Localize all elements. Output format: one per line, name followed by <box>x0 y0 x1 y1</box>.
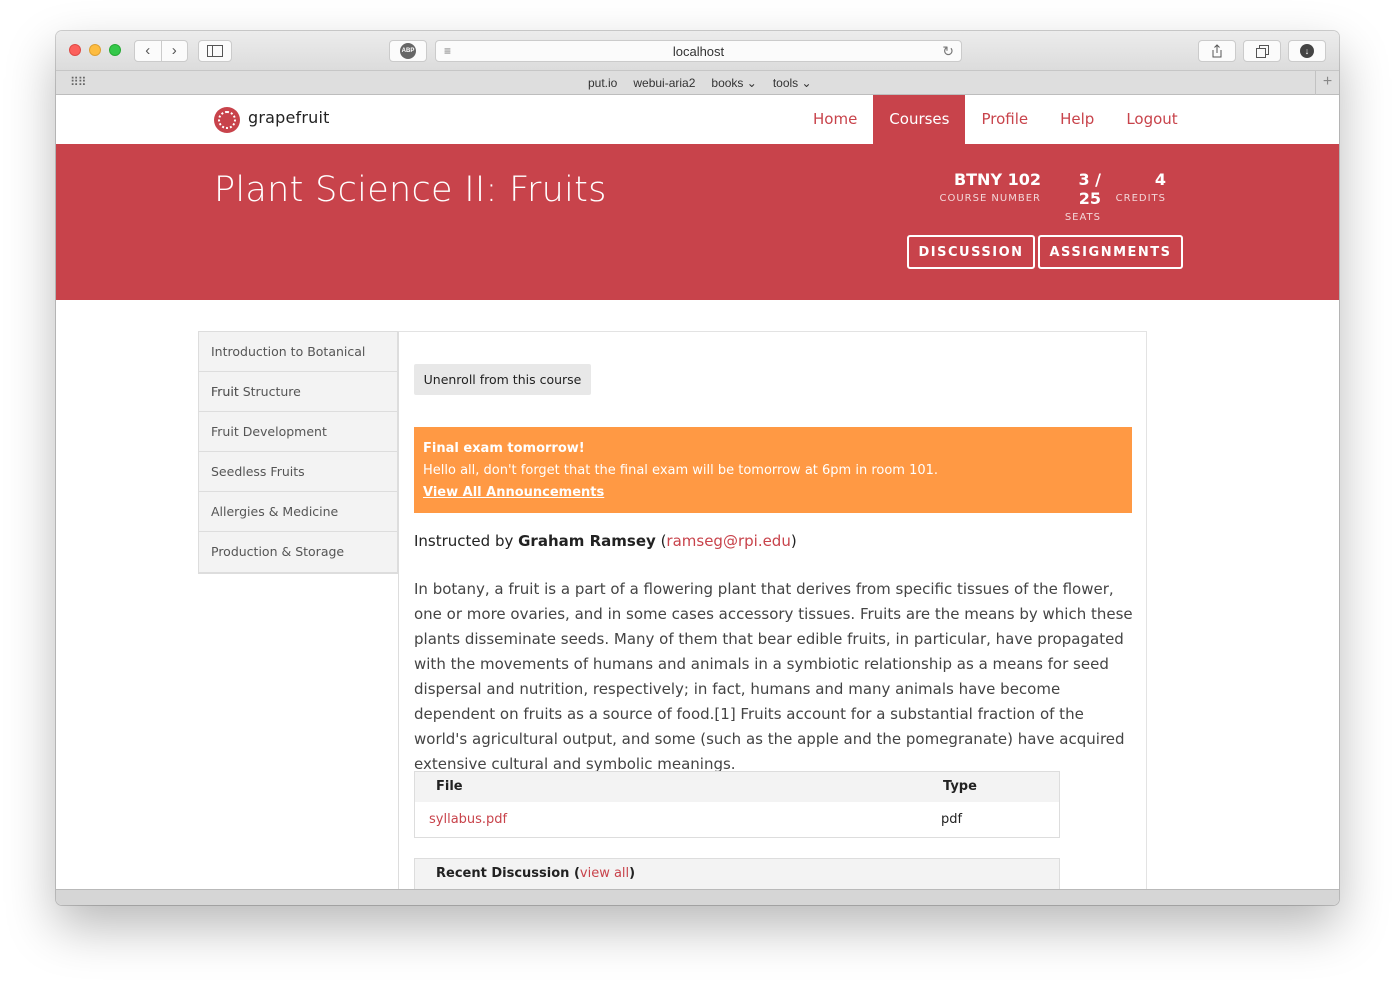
seats-stat: 3 / 25 SEATS <box>1051 170 1101 223</box>
instructor-line: Instructed by Graham Ramsey (ramseg@rpi.… <box>414 532 797 550</box>
history-nav: ‹ › <box>134 40 188 62</box>
download-icon: ↓ <box>1300 44 1314 58</box>
close-window-button[interactable] <box>69 44 81 56</box>
menu-item-seedless-fruits[interactable]: Seedless Fruits <box>199 452 397 492</box>
sidebar-toggle-button[interactable] <box>198 40 232 62</box>
menu-item-introduction[interactable]: Introduction to Botanical Fruit <box>199 332 397 399</box>
menu-item-fruit-structure[interactable]: Fruit Structure <box>199 372 397 412</box>
type-column-header: Type <box>943 779 977 794</box>
downloads-button[interactable]: ↓ <box>1288 40 1326 62</box>
view-all-announcements-link[interactable]: View All Announcements <box>423 482 1123 504</box>
recent-discussion-label: Recent Discussion <box>436 866 570 881</box>
page-viewport: grapefruit Home Courses Profile Help Log… <box>56 95 1339 889</box>
back-arrow-icon[interactable]: ‹ <box>135 41 162 61</box>
favorite-webui-aria2[interactable]: webui-aria2 <box>633 76 695 90</box>
announcement-body: Hello all, don't forget that the final e… <box>423 463 939 478</box>
files-table-header: File Type <box>415 772 1059 802</box>
window-bottom-edge <box>56 889 1339 905</box>
seats-value: 3 / 25 <box>1078 170 1101 208</box>
menu-item-allergies-medicine[interactable]: Allergies & Medicine <box>199 492 397 532</box>
nav-help[interactable]: Help <box>1044 95 1110 144</box>
url-text: localhost <box>672 44 725 59</box>
course-number-value: BTNY 102 <box>953 170 1041 189</box>
tab-overview-button[interactable] <box>1243 40 1281 62</box>
seats-label: SEATS <box>1064 212 1101 223</box>
adblock-icon: ABP <box>400 43 416 59</box>
course-section-menu: Introduction to Botanical Fruit Fruit St… <box>198 331 398 574</box>
reload-icon[interactable]: ↻ <box>942 43 954 60</box>
nav-profile[interactable]: Profile <box>965 95 1044 144</box>
site-header: grapefruit Home Courses Profile Help Log… <box>56 95 1339 144</box>
table-row: syllabus.pdf pdf <box>415 802 1059 837</box>
browser-toolbar: ‹ › ABP ≡ localhost ↻ ↓ <box>56 31 1339 71</box>
nav-home[interactable]: Home <box>797 95 873 144</box>
assignments-button[interactable]: ASSIGNMENTS <box>1038 235 1183 269</box>
favorite-books[interactable]: books ⌄ <box>711 76 756 90</box>
nav-courses[interactable]: Courses <box>873 95 966 144</box>
view-all-discussion-link[interactable]: view all <box>580 866 629 881</box>
files-table: File Type syllabus.pdf pdf <box>414 771 1060 838</box>
minimize-window-button[interactable] <box>89 44 101 56</box>
recent-discussion-heading: Recent Discussion (view all) <box>436 866 636 881</box>
browser-window: ‹ › ABP ≡ localhost ↻ ↓ ⠿⠿ put.io webui-… <box>56 31 1339 905</box>
share-icon <box>1212 44 1222 58</box>
main-nav: Home Courses Profile Help Logout <box>797 95 1194 144</box>
course-content: Unenroll from this course Final exam tom… <box>398 331 1147 889</box>
unenroll-button[interactable]: Unenroll from this course <box>414 364 591 395</box>
forward-arrow-icon[interactable]: › <box>162 41 188 61</box>
favorites-bar: ⠿⠿ put.io webui-aria2 books ⌄ tools ⌄ + <box>56 71 1339 95</box>
file-type: pdf <box>941 812 963 827</box>
share-button[interactable] <box>1198 40 1236 62</box>
credits-label: CREDITS <box>1115 193 1166 204</box>
course-description: In botany, a fruit is a part of a flower… <box>414 580 1133 773</box>
file-link-syllabus[interactable]: syllabus.pdf <box>429 812 507 827</box>
nav-logout[interactable]: Logout <box>1110 95 1193 144</box>
favorites-list: put.io webui-aria2 books ⌄ tools ⌄ <box>588 76 812 90</box>
zoom-window-button[interactable] <box>109 44 121 56</box>
grapefruit-logo-icon[interactable] <box>214 107 240 133</box>
course-number-label: COURSE NUMBER <box>939 193 1041 204</box>
instructor-name: Graham Ramsey <box>518 532 656 550</box>
course-hero: Plant Science II: Fruits BTNY 102 COURSE… <box>56 144 1339 300</box>
instructor-prefix: Instructed by <box>414 532 519 550</box>
credits-stat: 4 CREDITS <box>1111 170 1166 204</box>
file-column-header: File <box>436 779 463 794</box>
adblock-button[interactable]: ABP <box>389 40 427 62</box>
address-bar[interactable]: ≡ localhost ↻ <box>435 40 962 62</box>
site-logo-text[interactable]: grapefruit <box>248 108 330 127</box>
favorite-tools[interactable]: tools ⌄ <box>773 76 812 90</box>
course-number-stat: BTNY 102 COURSE NUMBER <box>931 170 1041 204</box>
tabs-icon <box>1255 44 1269 58</box>
instructor-email-link[interactable]: ramseg@rpi.edu <box>666 532 790 550</box>
recent-discussion-panel: Recent Discussion (view all) <box>414 858 1060 889</box>
discussion-button[interactable]: DISCUSSION <box>907 235 1035 269</box>
menu-item-fruit-development[interactable]: Fruit Development <box>199 412 397 452</box>
course-title: Plant Science II: Fruits <box>214 170 607 210</box>
announcement-title: Final exam tomorrow! <box>423 441 585 456</box>
new-tab-icon[interactable]: + <box>1315 71 1339 95</box>
menu-item-production-storage[interactable]: Production & Storage <box>199 532 397 572</box>
grid-icon[interactable]: ⠿⠿ <box>70 75 87 89</box>
sidebar-icon <box>207 45 223 57</box>
favorite-putio[interactable]: put.io <box>588 76 617 90</box>
announcement-banner: Final exam tomorrow! Hello all, don't fo… <box>414 427 1132 513</box>
credits-value: 4 <box>1154 170 1166 189</box>
